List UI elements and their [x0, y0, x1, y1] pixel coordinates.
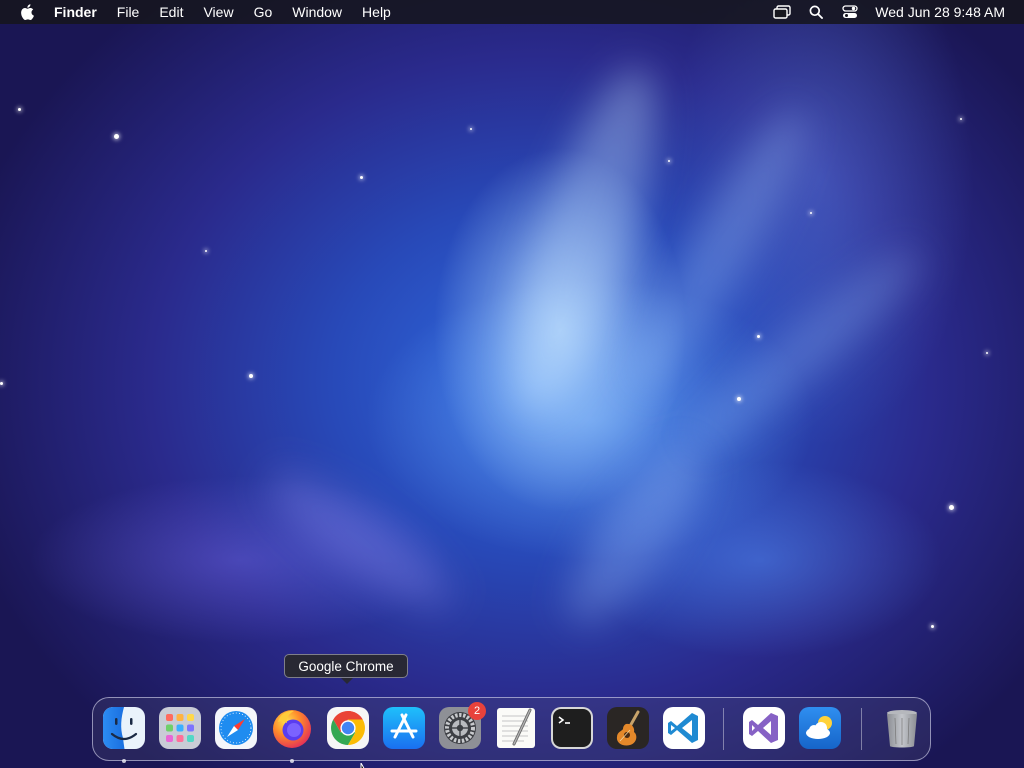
dock-item-launchpad[interactable]	[158, 706, 202, 750]
chrome-icon	[327, 707, 369, 749]
notification-badge: 2	[468, 702, 486, 720]
wallpaper-aurora-beam	[486, 54, 684, 426]
wallpaper-star	[18, 108, 21, 111]
dock-item-visual-studio[interactable]	[742, 706, 786, 750]
wallpaper-star	[114, 134, 119, 139]
wallpaper-star	[249, 374, 253, 378]
wallpaper-star	[960, 118, 962, 120]
dock-separator	[723, 708, 724, 750]
wallpaper-star	[931, 625, 934, 628]
app-store-icon	[383, 707, 425, 749]
dock: 2	[92, 697, 931, 763]
running-indicator	[122, 759, 126, 763]
weather-icon	[799, 707, 841, 749]
dock-item-finder[interactable]	[102, 706, 146, 763]
dock-tooltip: Google Chrome	[284, 654, 408, 684]
wallpaper-star	[949, 505, 954, 510]
wallpaper-star	[986, 352, 988, 354]
menu-edit[interactable]: Edit	[159, 0, 183, 24]
running-indicator	[290, 759, 294, 763]
control-center-icon[interactable]	[839, 0, 861, 24]
spotlight-search-icon[interactable]	[805, 0, 827, 24]
finder-icon	[103, 707, 145, 749]
app-menu-finder[interactable]: Finder	[54, 0, 97, 24]
menu-go[interactable]: Go	[254, 0, 273, 24]
wallpaper-aurora-beam	[614, 96, 826, 404]
dock-item-terminal[interactable]	[550, 706, 594, 750]
visual-studio-icon	[743, 707, 785, 749]
menu-file[interactable]: File	[117, 0, 140, 24]
dock-item-garageband[interactable]	[606, 706, 650, 750]
vscode-icon	[663, 707, 705, 749]
wallpaper-star	[668, 160, 670, 162]
apple-menu-icon[interactable]	[18, 0, 36, 24]
wallpaper-aurora-beam	[546, 428, 724, 642]
wallpaper-star	[360, 176, 363, 179]
status-area: Wed Jun 28 9:48 AM	[759, 0, 1024, 24]
firefox-icon	[273, 710, 311, 748]
menu-bar: Finder File Edit View Go Window Help Wed…	[0, 0, 1024, 24]
dock-item-safari[interactable]	[214, 706, 258, 750]
dock-item-weather[interactable]	[798, 706, 842, 750]
launchpad-icon	[159, 707, 201, 749]
dock-item-textedit[interactable]	[494, 706, 538, 750]
wallpaper-aurora-beam	[252, 452, 468, 628]
wallpaper-star	[470, 128, 472, 130]
desktop[interactable]: Finder File Edit View Go Window Help Wed…	[0, 0, 1024, 768]
menu-bar-clock[interactable]: Wed Jun 28 9:48 AM	[875, 4, 1005, 20]
wallpaper-star	[0, 382, 3, 385]
safari-icon	[215, 707, 257, 749]
trash-icon	[887, 710, 917, 748]
terminal-icon	[551, 707, 593, 749]
wallpaper-star	[757, 335, 760, 338]
dock-item-firefox[interactable]	[270, 706, 314, 763]
menu-help[interactable]: Help	[362, 0, 391, 24]
menu-window[interactable]: Window	[292, 0, 342, 24]
textedit-icon	[497, 708, 535, 748]
garageband-icon	[607, 707, 649, 749]
dock-item-google-chrome[interactable]	[326, 706, 370, 750]
menu-view[interactable]: View	[203, 0, 233, 24]
dock-item-app-store[interactable]	[382, 706, 426, 750]
dock-item-visual-studio-code[interactable]	[662, 706, 706, 750]
screen-mirroring-icon[interactable]	[771, 0, 793, 24]
wallpaper-aurora-beam	[674, 234, 936, 466]
wallpaper-star	[810, 212, 812, 214]
dock-item-trash[interactable]	[880, 706, 924, 750]
wallpaper-star	[205, 250, 207, 252]
mouse-pointer-icon	[360, 759, 370, 768]
wallpaper-star	[737, 397, 741, 401]
dock-separator	[861, 708, 862, 750]
dock-item-system-settings[interactable]: 2	[438, 702, 486, 750]
